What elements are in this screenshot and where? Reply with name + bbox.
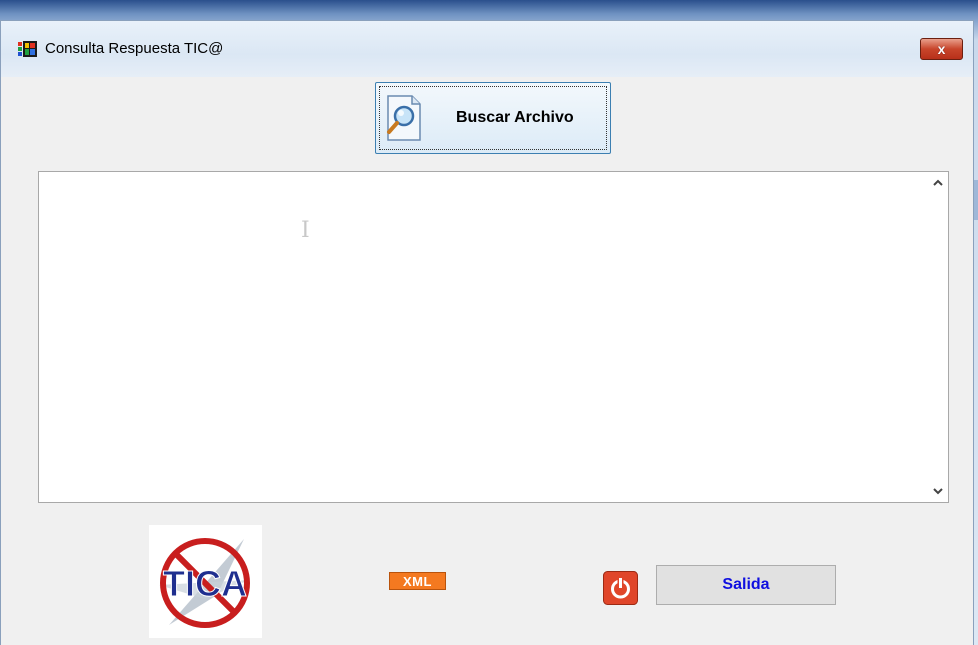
scroll-down-icon[interactable] [932, 486, 944, 496]
result-textarea[interactable]: I [38, 171, 949, 503]
text-cursor-icon: I [301, 218, 310, 243]
xml-badge[interactable]: XML [389, 572, 446, 590]
tica-logo: TICA [149, 525, 262, 638]
search-file-label: Buscar Archivo [456, 109, 574, 126]
exit-label: Salida [722, 576, 770, 593]
scroll-up-icon[interactable] [932, 178, 944, 188]
power-icon[interactable] [603, 571, 638, 605]
window-title: Consulta Respuesta TIC@ [45, 40, 224, 57]
vertical-scrollbar[interactable] [926, 172, 948, 502]
svg-text:TICA: TICA [163, 563, 247, 604]
title-bar[interactable]: Consulta Respuesta TIC@ x [1, 21, 973, 77]
search-file-button[interactable]: Buscar Archivo [375, 82, 611, 154]
document-search-icon [387, 95, 421, 141]
close-button[interactable]: x [920, 38, 963, 60]
app-icon [18, 41, 37, 57]
close-icon: x [937, 41, 946, 57]
exit-button[interactable]: Salida [656, 565, 836, 605]
dialog-window: Consulta Respuesta TIC@ x Buscar Archivo… [0, 20, 974, 645]
